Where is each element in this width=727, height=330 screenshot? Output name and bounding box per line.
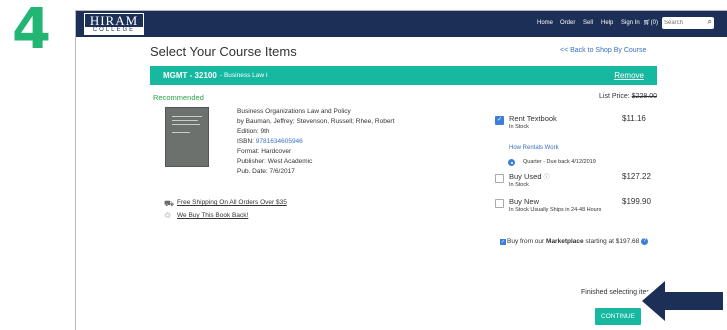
cart-count: (0)	[650, 20, 658, 26]
book-publisher: Publisher: West Academic	[237, 158, 313, 165]
marketplace-prefix: Buy from our	[507, 238, 545, 246]
remove-course-link[interactable]: Remove	[614, 71, 644, 80]
used-row: Buy Used ⓘ	[509, 172, 550, 181]
rent-checkbox[interactable]: ✓	[495, 116, 504, 125]
list-price-value: $228.00	[631, 93, 657, 100]
book-title: Business Organizations Law and Policy	[237, 108, 351, 115]
continue-button[interactable]: CONTINUE	[595, 308, 641, 325]
truck-icon: ⛟	[164, 199, 175, 208]
list-price-label: List Price:	[599, 93, 630, 100]
marketplace-link[interactable]: Marketplace	[546, 238, 584, 245]
browser-frame: HIRAM COLLEGE Home Order Sell Help Sign …	[75, 10, 727, 330]
nav-help[interactable]: Help	[601, 19, 613, 27]
buyback-link[interactable]: We Buy This Book Back!	[177, 212, 248, 219]
cart-link[interactable]: 🛒︎(0)	[643, 19, 658, 27]
college-logo[interactable]: HIRAM COLLEGE	[84, 13, 144, 35]
new-price: $199.90	[622, 197, 651, 206]
isbn-link[interactable]: 9781634605946	[256, 138, 303, 145]
book-isbn-row: ISBN: 9781634605946	[237, 138, 303, 145]
logo-sub-text: COLLEGE	[85, 27, 143, 34]
new-label: Buy New	[509, 197, 540, 206]
search-input[interactable]	[664, 18, 700, 27]
help-icon[interactable]: ?	[641, 238, 649, 245]
used-stock: In Stock	[509, 182, 529, 188]
search-icon[interactable]: ⌕	[708, 17, 712, 27]
logo-main-text: HIRAM	[89, 13, 139, 28]
course-name: - Business Law I	[220, 72, 268, 79]
info-icon[interactable]: ⓘ	[544, 175, 550, 181]
rent-stock: In Stock	[509, 124, 529, 130]
step-number: 4	[12, 0, 51, 62]
nav-order[interactable]: Order	[560, 19, 575, 27]
page-title: Select Your Course Items	[150, 44, 297, 59]
cart-icon: 🛒︎	[643, 20, 651, 26]
recommended-label: Recommended	[153, 93, 204, 102]
pointer-arrow-icon	[637, 277, 725, 325]
used-checkbox[interactable]	[495, 174, 504, 183]
rent-label: Rent Textbook	[509, 114, 557, 123]
marketplace-suffix: starting at $197.68	[585, 238, 640, 246]
book-edition: Edition: 9th	[237, 128, 270, 135]
course-bar: MGMT - 32100 - Business Law I Remove	[150, 66, 657, 85]
rental-term-label: Quarter - Due back 4/12/2019	[523, 159, 596, 165]
book-format: Format: Hardcover	[237, 148, 292, 155]
new-checkbox[interactable]	[495, 199, 504, 208]
search-box: ⌕	[662, 17, 714, 29]
nav-sign-in[interactable]: Sign In	[621, 19, 640, 27]
nav-home[interactable]: Home	[537, 19, 553, 27]
course-code: MGMT - 32100	[163, 71, 217, 80]
used-label: Buy Used	[509, 172, 542, 181]
nav-sell[interactable]: Sell	[583, 19, 593, 27]
how-rentals-work-link[interactable]: How Rentals Work	[509, 145, 559, 151]
buyback-icon: ♲	[164, 211, 172, 220]
back-to-shop-link[interactable]: << Back to Shop By Course	[560, 47, 646, 54]
marketplace-checkbox[interactable]: ✓	[500, 238, 506, 245]
site-header: HIRAM COLLEGE Home Order Sell Help Sign …	[76, 11, 727, 37]
new-stock: In Stock Usually Ships in 24-48 Hours	[509, 207, 602, 213]
list-price: List Price: $228.00	[599, 93, 657, 100]
rent-price: $11.16	[622, 114, 646, 123]
free-shipping-link[interactable]: Free Shipping On All Orders Over $35	[177, 199, 287, 206]
used-price: $127.22	[622, 172, 651, 181]
isbn-label: ISBN:	[237, 138, 254, 145]
book-cover-image	[165, 107, 209, 167]
marketplace-row: ✓ Buy from our Marketplace starting at $1…	[500, 238, 649, 246]
book-pub-date: Pub. Date: 7/6/2017	[237, 168, 295, 175]
rental-term-radio[interactable]	[508, 159, 515, 166]
book-authors: by Bauman, Jeffrey; Stevenson, Russell; …	[237, 118, 395, 125]
